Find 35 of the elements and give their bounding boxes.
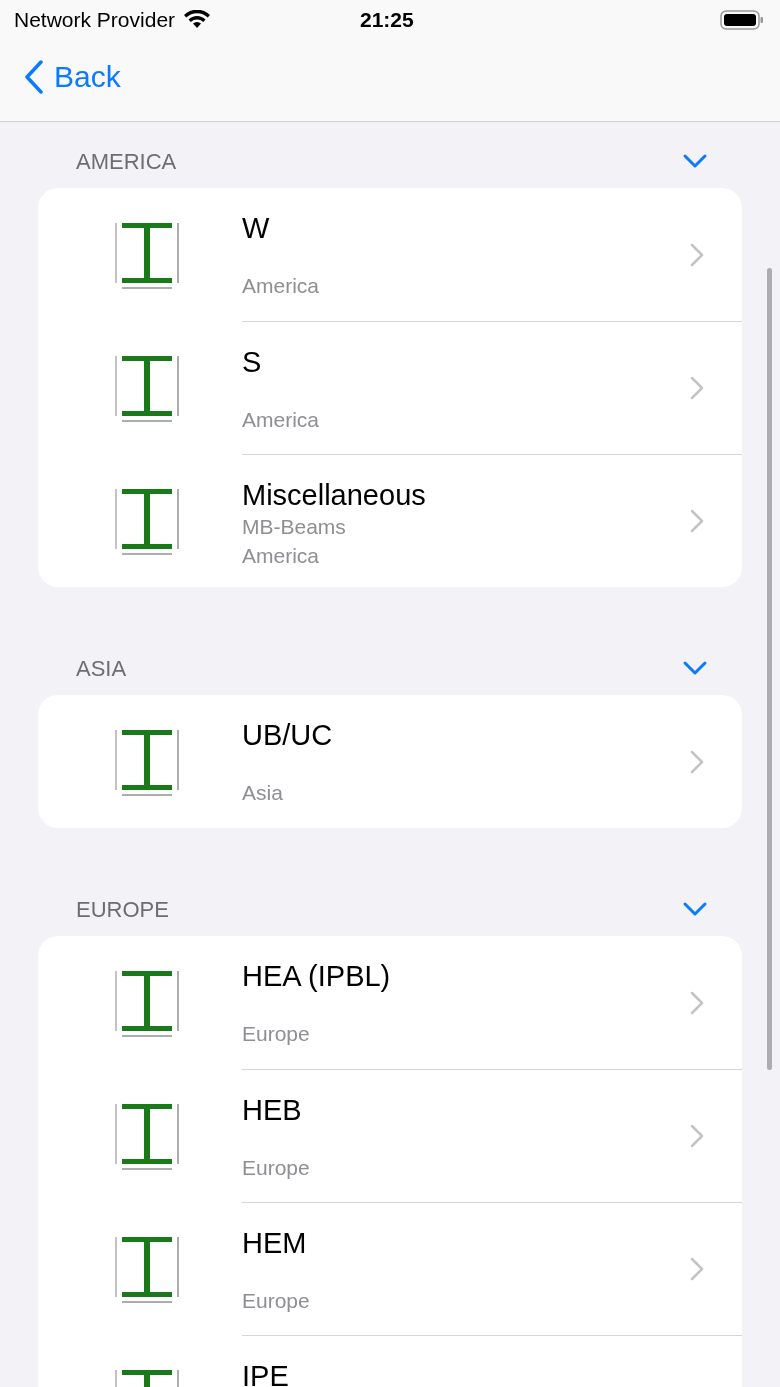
item-subtitle: MB-Beams [242,514,347,540]
clock: 21:25 [360,7,414,34]
item-subtitle: Europe [242,1288,311,1314]
carrier-name: Network Provider [14,7,176,34]
item-subtitle: Europe [242,1021,311,1047]
chevron-down-icon[interactable] [682,901,708,917]
battery-icon [720,9,764,31]
item-title: HEA (IPBL) [242,960,392,992]
back-button[interactable]: Back [24,54,121,99]
chevron-down-icon[interactable] [682,660,708,676]
section-header: EUROPE [76,895,169,924]
chevron-right-icon[interactable] [690,242,704,267]
wifi-icon [183,10,212,30]
item-subtitle: Europe [242,1155,311,1181]
item-subtitle: Asia [242,780,284,806]
item-title: W [242,212,271,244]
chevron-right-icon[interactable] [690,749,704,774]
item-title: HEB [242,1094,303,1126]
section-header: AMERICA [76,147,177,176]
item-subtitle: America [242,407,321,433]
chevron-right-icon[interactable] [690,509,704,533]
chevron-down-icon[interactable] [682,153,708,169]
chevron-right-icon[interactable] [690,376,704,400]
section-header: ASIA [76,654,127,683]
item-title: UB/UC [242,719,334,751]
chevron-right-icon[interactable] [690,1257,704,1281]
item-title: IPE [242,1360,290,1387]
item-subtitle: America [242,543,321,569]
chevron-right-icon[interactable] [690,990,704,1015]
chevron-right-icon[interactable] [690,1124,704,1148]
item-title: S [242,346,263,378]
item-title: HEM [242,1227,308,1259]
item-title: Miscellaneous [242,479,427,511]
item-subtitle: America [242,273,321,299]
chevron-left-icon [24,59,44,94]
